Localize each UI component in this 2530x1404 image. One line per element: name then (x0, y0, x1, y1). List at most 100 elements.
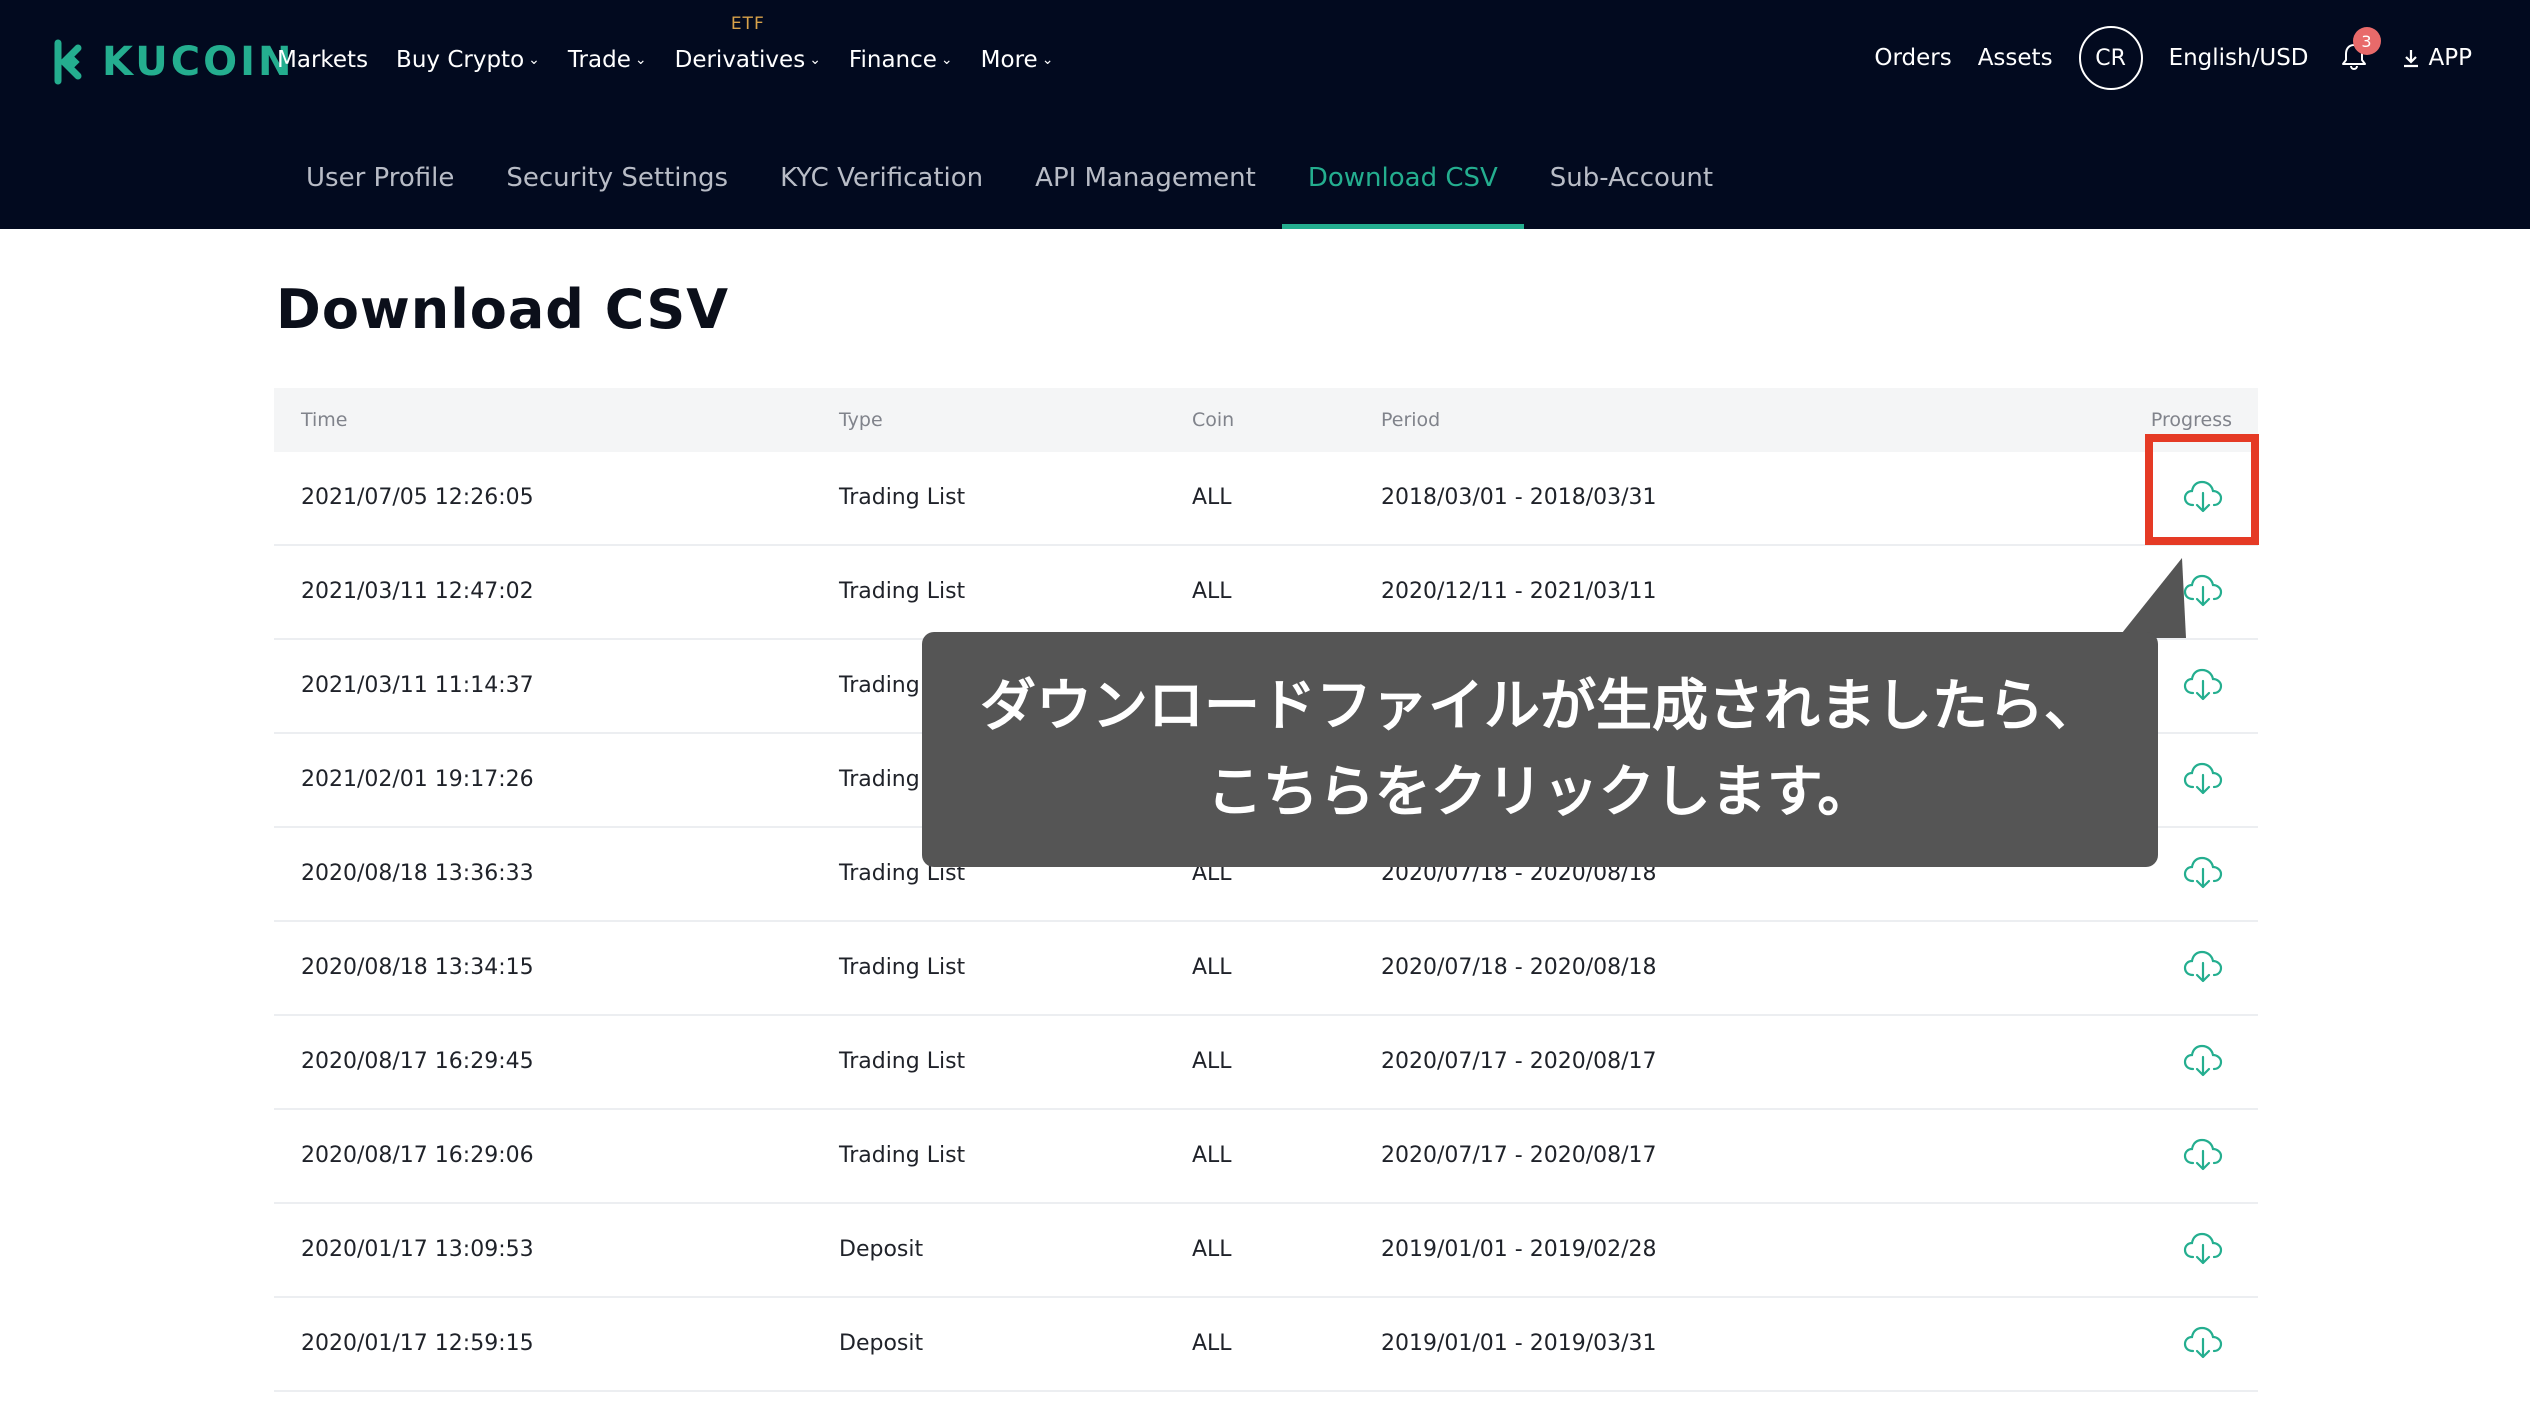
chevron-down-icon: ⌄ (528, 52, 540, 68)
csv-table: Time Type Coin Period Progress 2021/07/0… (274, 388, 2258, 1392)
nav-label: Markets (277, 47, 369, 73)
cloud-download-icon[interactable] (2181, 850, 2225, 894)
nav-label: Buy Crypto (396, 47, 525, 73)
etf-badge: ETF (730, 14, 765, 34)
cell-time: 2021/02/01 19:17:26 (301, 767, 534, 792)
nav-buy-crypto[interactable]: Buy Crypto ⌄ (396, 47, 540, 73)
cell-time: 2020/08/18 13:34:15 (301, 955, 534, 980)
assets-link[interactable]: Assets (1978, 45, 2053, 71)
cell-type: Deposit (839, 1331, 924, 1356)
nav-label: More (980, 47, 1038, 73)
main-nav: Markets Buy Crypto ⌄ Trade ⌄ ETF Derivat… (277, 0, 1081, 120)
notification-count-badge: 3 (2352, 27, 2381, 55)
page-title: Download CSV (276, 278, 730, 341)
cell-period: 2019/01/01 - 2019/03/31 (1381, 1331, 1657, 1356)
nav-trade[interactable]: Trade ⌄ (568, 47, 647, 73)
cloud-download-icon[interactable] (2181, 568, 2225, 612)
cell-time: 2020/08/17 16:29:06 (301, 1143, 534, 1168)
cell-coin: ALL (1192, 485, 1232, 510)
orders-link[interactable]: Orders (1874, 45, 1951, 71)
instruction-callout: ダウンロードファイルが生成されましたら、 こちらをクリックします。 (922, 632, 2158, 867)
cell-time: 2020/01/17 12:59:15 (301, 1331, 534, 1356)
cell-coin: ALL (1192, 579, 1232, 604)
cell-type: Trading List (839, 955, 966, 980)
cloud-download-icon[interactable] (2181, 944, 2225, 988)
cell-type: Trading List (839, 485, 966, 510)
table-row: 2020/08/17 16:29:45 Trading List ALL 2020/0… (274, 1016, 2258, 1110)
app-download-link[interactable]: APP (2401, 45, 2472, 71)
cell-type: Trading (839, 673, 920, 698)
app-label: APP (2428, 45, 2472, 71)
cell-period: 2020/07/18 - 2020/08/18 (1381, 955, 1657, 980)
nav-label: Derivatives (674, 47, 806, 73)
highlight-box (2145, 434, 2259, 545)
cell-coin: ALL (1192, 1143, 1232, 1168)
user-avatar[interactable]: CR (2078, 26, 2143, 90)
cell-type: Trading List (839, 579, 966, 604)
table-row: 2020/01/17 13:09:53 Deposit ALL 2019/01/01 … (274, 1204, 2258, 1298)
cell-time: 2021/03/11 11:14:37 (301, 673, 534, 698)
column-header-type: Type (839, 409, 883, 431)
tab-api-management[interactable]: API Management (1009, 140, 1282, 229)
cell-time: 2020/01/17 13:09:53 (301, 1237, 534, 1262)
callout-text-line-1: ダウンロードファイルが生成されましたら、 (980, 673, 2100, 739)
cell-type: Trading List (839, 1143, 966, 1168)
cell-time: 2020/08/18 13:36:33 (301, 861, 534, 886)
cell-time: 2021/03/11 12:47:02 (301, 579, 534, 604)
column-header-period: Period (1381, 409, 1441, 431)
top-header: KUCOIN Markets Buy Crypto ⌄ Trade ⌄ ETF … (0, 0, 2530, 229)
tab-user-profile[interactable]: User Profile (280, 140, 480, 229)
avatar-initials: CR (2095, 45, 2126, 71)
cell-type: Deposit (839, 1237, 924, 1262)
nav-markets[interactable]: Markets (277, 47, 368, 73)
table-row: 2021/03/11 12:47:02 Trading List ALL 2020/1… (274, 546, 2258, 640)
cloud-download-icon[interactable] (2181, 1226, 2225, 1270)
cell-period: 2020/07/17 - 2020/08/17 (1381, 1049, 1657, 1074)
nav-finance[interactable]: Finance ⌄ (849, 47, 953, 73)
account-subnav: User Profile Security Settings KYC Verif… (280, 140, 1739, 229)
table-body: 2021/07/05 12:26:05 Trading List ALL 2018/0… (274, 452, 2258, 1392)
download-icon (2403, 50, 2418, 68)
tab-security-settings[interactable]: Security Settings (480, 140, 754, 229)
cell-type: Trading List (839, 1049, 966, 1074)
column-header-coin: Coin (1192, 409, 1235, 431)
table-row: 2020/01/17 12:59:15 Deposit ALL 2019/01/01 … (274, 1298, 2258, 1392)
table-row: 2021/07/05 12:26:05 Trading List ALL 2018/0… (274, 452, 2258, 546)
cloud-download-icon[interactable] (2181, 1320, 2225, 1364)
cell-time: 2020/08/17 16:29:45 (301, 1049, 534, 1074)
cell-period: 2018/03/01 - 2018/03/31 (1381, 485, 1657, 510)
cloud-download-icon[interactable] (2181, 1132, 2225, 1176)
table-row: 2020/08/18 13:34:15 Trading List ALL 2020/0… (274, 922, 2258, 1016)
top-navbar: KUCOIN Markets Buy Crypto ⌄ Trade ⌄ ETF … (0, 0, 2530, 120)
kucoin-logo[interactable]: KUCOIN (44, 34, 295, 90)
tab-download-csv[interactable]: Download CSV (1281, 140, 1524, 229)
cell-period: 2020/07/17 - 2020/08/17 (1381, 1143, 1657, 1168)
cell-time: 2021/07/05 12:26:05 (301, 485, 534, 510)
chevron-down-icon: ⌄ (1041, 52, 1054, 68)
kucoin-logo-icon (54, 39, 82, 85)
nav-derivatives[interactable]: ETF Derivatives ⌄ (674, 14, 821, 73)
tab-kyc-verification[interactable]: KYC Verification (754, 140, 1009, 229)
right-nav: Orders Assets CR English/USD 3 APP (1848, 0, 2472, 116)
chevron-down-icon: ⌄ (940, 52, 953, 68)
cloud-download-icon[interactable] (2181, 756, 2225, 800)
cell-period: 2020/12/11 - 2021/03/11 (1381, 579, 1657, 604)
cell-type: Trading (839, 767, 920, 792)
nav-label: Finance (848, 47, 937, 73)
nav-label: Trade (567, 47, 631, 73)
language-currency-selector[interactable]: English/USD (2169, 45, 2309, 71)
column-header-time: Time (301, 409, 348, 431)
brand-name: KUCOIN (102, 39, 295, 85)
callout-text-line-2: こちらをクリックします。 (1206, 759, 1874, 825)
notifications-button[interactable]: 3 (2339, 27, 2381, 75)
nav-more[interactable]: More ⌄ (981, 47, 1054, 73)
tab-sub-account[interactable]: Sub-Account (1524, 140, 1739, 229)
cell-coin: ALL (1192, 1237, 1232, 1262)
cell-coin: ALL (1192, 1049, 1232, 1074)
table-row: 2020/08/17 16:29:06 Trading List ALL 2020/0… (274, 1110, 2258, 1204)
cell-coin: ALL (1192, 1331, 1232, 1356)
cloud-download-icon[interactable] (2181, 662, 2225, 706)
callout-pointer (2118, 558, 2186, 638)
cloud-download-icon[interactable] (2181, 1038, 2225, 1082)
table-header: Time Type Coin Period Progress (274, 388, 2258, 452)
